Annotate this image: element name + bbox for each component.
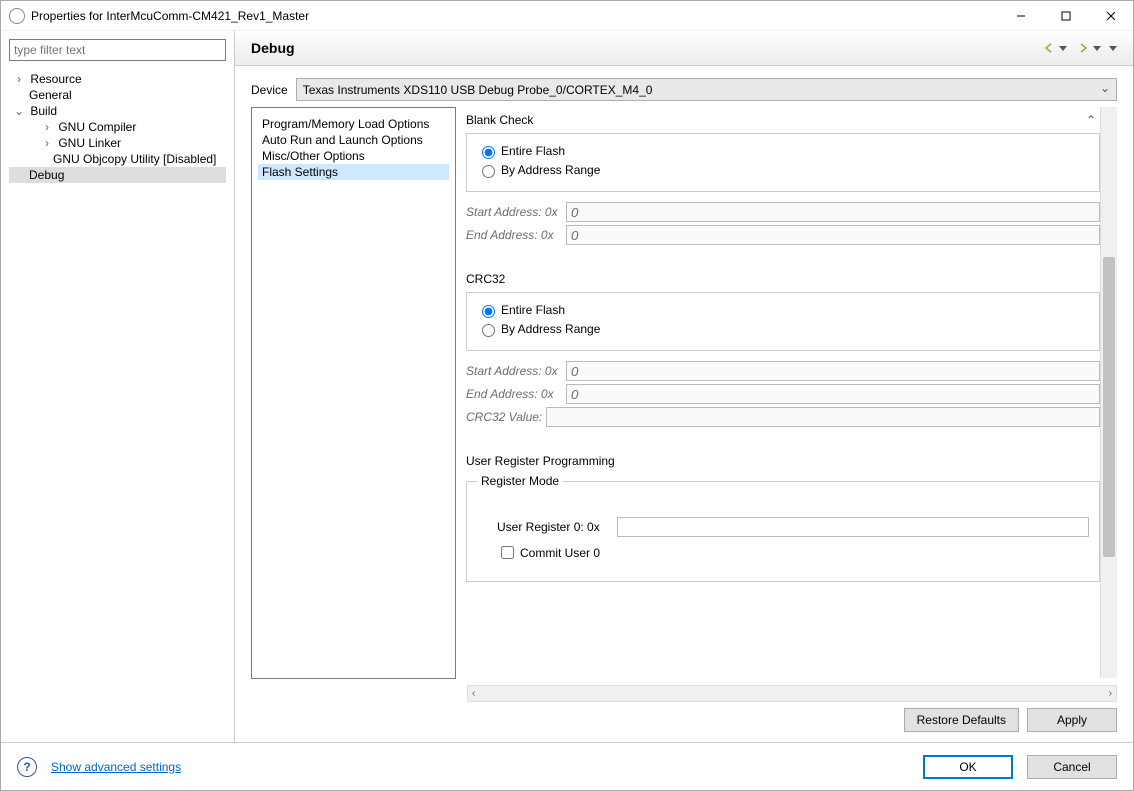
nav-back-icon[interactable] <box>1042 41 1056 55</box>
chevron-right-icon[interactable]: › <box>41 120 53 134</box>
chevron-right-icon[interactable]: › <box>13 72 25 86</box>
restore-defaults-button[interactable]: Restore Defaults <box>904 708 1019 732</box>
group-crc32: Entire Flash By Address Range <box>466 292 1100 351</box>
tree-item-resource[interactable]: › Resource <box>9 71 226 87</box>
crc-value-input <box>546 407 1100 427</box>
nav-forward-menu-icon[interactable] <box>1093 46 1101 51</box>
device-select[interactable]: Texas Instruments XDS110 USB Debug Probe… <box>296 78 1117 101</box>
group-blank-check: Entire Flash By Address Range <box>466 133 1100 192</box>
cancel-button[interactable]: Cancel <box>1027 755 1117 779</box>
horizontal-scrollbar[interactable]: ‹ › <box>467 685 1117 702</box>
help-icon[interactable]: ? <box>17 757 37 777</box>
blank-end-input <box>566 225 1100 245</box>
group-register-mode: Register Mode User Register 0: 0x Commit… <box>466 474 1100 582</box>
category-program-memory[interactable]: Program/Memory Load Options <box>258 116 449 132</box>
category-auto-run[interactable]: Auto Run and Launch Options <box>258 132 449 148</box>
crc-end-label: End Address: 0x <box>466 387 566 401</box>
vertical-scrollbar[interactable] <box>1100 107 1117 678</box>
checkbox-commit-user0[interactable] <box>501 546 514 559</box>
apply-button[interactable]: Apply <box>1027 708 1117 732</box>
tree-item-debug[interactable]: Debug <box>9 167 226 183</box>
tree-item-gnu-compiler[interactable]: › GNU Compiler <box>9 119 226 135</box>
crc-start-label: Start Address: 0x <box>466 364 566 378</box>
header-menu-icon[interactable] <box>1109 46 1117 51</box>
blank-end-label: End Address: 0x <box>466 228 566 242</box>
tree-item-build[interactable]: ⌄ Build <box>9 103 226 119</box>
radio-crc-entire-flash[interactable] <box>482 305 495 318</box>
chevron-right-icon[interactable]: › <box>41 136 53 150</box>
collapse-up-icon[interactable]: ⌃ <box>1086 113 1096 127</box>
user-reg0-input[interactable] <box>617 517 1089 537</box>
register-mode-legend: Register Mode <box>477 474 563 488</box>
section-blank-check-title: Blank Check <box>466 113 533 127</box>
page-header: Debug <box>235 31 1133 66</box>
device-select-value: Texas Instruments XDS110 USB Debug Probe… <box>303 83 653 97</box>
page-title: Debug <box>251 40 1041 56</box>
chevron-down-icon[interactable]: ⌄ <box>13 104 25 118</box>
tree-item-gnu-linker[interactable]: › GNU Linker <box>9 135 226 151</box>
user-reg0-label: User Register 0: 0x <box>497 520 617 534</box>
radio-label: Entire Flash <box>501 144 565 158</box>
tree-item-general[interactable]: General <box>9 87 226 103</box>
radio-label: By Address Range <box>501 163 600 177</box>
window-title: Properties for InterMcuComm-CM421_Rev1_M… <box>31 9 998 23</box>
scrollbar-thumb[interactable] <box>1103 257 1115 557</box>
nav-forward-icon[interactable] <box>1076 41 1090 55</box>
crc-value-label: CRC32 Value: <box>466 410 546 424</box>
minimize-button[interactable] <box>998 1 1043 30</box>
section-user-reg-title: User Register Programming <box>466 454 615 468</box>
blank-start-input <box>566 202 1100 222</box>
crc-end-input <box>566 384 1100 404</box>
tree-item-gnu-objcopy[interactable]: GNU Objcopy Utility [Disabled] <box>9 151 226 167</box>
radio-label: By Address Range <box>501 322 600 336</box>
checkbox-label: Commit User 0 <box>520 546 600 560</box>
radio-blank-entire-flash[interactable] <box>482 146 495 159</box>
category-misc[interactable]: Misc/Other Options <box>258 148 449 164</box>
radio-label: Entire Flash <box>501 303 565 317</box>
filter-input[interactable] <box>9 39 226 61</box>
section-crc32-title: CRC32 <box>466 272 505 286</box>
close-button[interactable] <box>1088 1 1133 30</box>
property-tree[interactable]: › Resource General ⌄ Build › GNU Compile… <box>9 71 226 183</box>
device-label: Device <box>251 83 288 97</box>
category-tree-pane: › Resource General ⌄ Build › GNU Compile… <box>1 31 235 742</box>
radio-crc-by-address[interactable] <box>482 324 495 337</box>
category-flash-settings[interactable]: Flash Settings <box>258 164 449 180</box>
ok-button[interactable]: OK <box>923 755 1013 779</box>
scroll-right-icon[interactable]: › <box>1109 688 1112 699</box>
maximize-button[interactable] <box>1043 1 1088 30</box>
radio-blank-by-address[interactable] <box>482 165 495 178</box>
nav-back-menu-icon[interactable] <box>1059 46 1067 51</box>
app-icon <box>9 8 25 24</box>
crc-start-input <box>566 361 1100 381</box>
scroll-left-icon[interactable]: ‹ <box>472 688 475 699</box>
settings-category-list[interactable]: Program/Memory Load Options Auto Run and… <box>251 107 456 679</box>
settings-panel: Blank Check ⌃ Entire Flash By Address Ra… <box>466 107 1100 678</box>
show-advanced-link[interactable]: Show advanced settings <box>51 760 181 774</box>
title-bar: Properties for InterMcuComm-CM421_Rev1_M… <box>1 1 1133 31</box>
blank-start-label: Start Address: 0x <box>466 205 566 219</box>
